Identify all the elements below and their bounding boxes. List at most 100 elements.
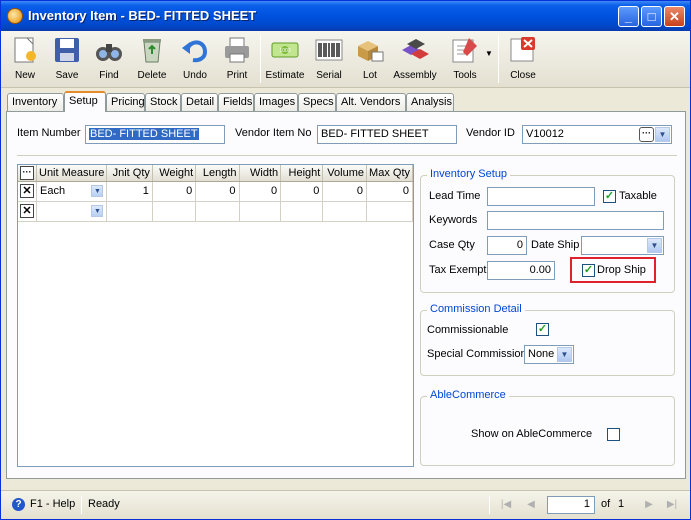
serial-button[interactable]: Serial <box>311 34 347 86</box>
print-button[interactable]: Print <box>219 34 255 86</box>
grid-cell[interactable] <box>366 201 413 222</box>
undo-icon <box>182 40 208 63</box>
weight-cell[interactable]: 0 <box>152 181 197 202</box>
commission-detail-group: Commission Detail Commissionable ✓ Speci… <box>420 303 675 376</box>
help-icon[interactable]: ? <box>12 498 25 511</box>
vendor-id-field[interactable]: V10012 ··· ▼ <box>522 125 672 144</box>
tab-setup[interactable]: Setup <box>64 91 106 112</box>
tools-icon <box>452 38 477 63</box>
tab-alt-vendors[interactable]: Alt. Vendors <box>336 93 406 111</box>
case-qty-field[interactable]: 0 <box>487 236 527 255</box>
lead-time-field[interactable] <box>487 187 595 206</box>
max-qty-cell[interactable]: 0 <box>366 181 413 202</box>
save-icon <box>55 38 79 62</box>
show-on-ablecommerce-checkbox[interactable] <box>607 428 620 441</box>
delete-row-icon[interactable]: ✕ <box>20 184 34 198</box>
drop-ship-checkbox[interactable]: ✓ <box>582 264 595 277</box>
tab-detail[interactable]: Detail <box>181 93 218 111</box>
tab-images[interactable]: Images <box>254 93 298 111</box>
item-number-field[interactable]: BED- FITTED SHEET <box>85 125 225 144</box>
uom-table: ··· Unit Measure Jnit Qty Weight Length … <box>18 165 413 222</box>
col-unit-qty[interactable]: Jnit Qty <box>106 165 153 182</box>
estimate-label: Estimate <box>265 70 305 81</box>
commissionable-checkbox[interactable]: ✓ <box>536 323 549 336</box>
grid-cell[interactable] <box>195 201 240 222</box>
grid-cell[interactable] <box>322 201 367 222</box>
col-height[interactable]: Height <box>280 165 324 182</box>
tax-exempt-field[interactable]: 0.00 <box>487 261 555 280</box>
next-page-icon[interactable]: ▶ <box>641 497 657 513</box>
grid-cell[interactable] <box>152 201 197 222</box>
grid-menu-button[interactable]: ··· <box>18 165 37 182</box>
grid-cell[interactable] <box>106 201 153 222</box>
tools-dropdown-icon[interactable]: ▼ <box>485 49 493 58</box>
status-divider <box>489 496 490 514</box>
unit-measure-cell[interactable]: Each ▼ <box>36 181 108 202</box>
grid-cell[interactable] <box>280 201 324 222</box>
delete-button[interactable]: Delete <box>133 34 171 86</box>
lot-label: Lot <box>363 70 377 81</box>
col-volume[interactable]: Volume <box>322 165 367 182</box>
keywords-field[interactable] <box>487 211 664 230</box>
title-bar[interactable]: Inventory Item - BED- FITTED SHEET _ □ ✕ <box>1 1 690 31</box>
vendor-id-value: V10012 <box>526 128 564 140</box>
unit-measure-cell[interactable]: ▼ <box>36 201 108 222</box>
save-button[interactable]: Save <box>49 34 85 86</box>
close-button[interactable]: Close <box>505 34 541 86</box>
page-number-input[interactable]: 1 <box>547 496 595 514</box>
date-ship-field[interactable]: ▼ <box>581 236 664 255</box>
tab-fields[interactable]: Fields <box>218 93 254 111</box>
special-commission-label: Special Commission <box>427 348 527 360</box>
app-icon <box>7 8 23 24</box>
lot-button[interactable]: Lot <box>352 34 388 86</box>
tools-button[interactable]: Tools <box>447 34 483 86</box>
col-unit-measure[interactable]: Unit Measure <box>36 165 108 182</box>
width-cell[interactable]: 0 <box>239 181 282 202</box>
height-cell[interactable]: 0 <box>280 181 324 202</box>
tab-specs[interactable]: Specs <box>298 93 336 111</box>
taxable-checkbox[interactable]: ✓ <box>603 190 616 203</box>
table-row-new[interactable]: ✕ ▼ <box>18 201 413 222</box>
delete-row-icon[interactable]: ✕ <box>20 204 34 218</box>
col-max-qty[interactable]: Max Qty <box>366 165 413 182</box>
unit-qty-cell[interactable]: 1 <box>106 181 153 202</box>
chevron-down-icon[interactable]: ▼ <box>91 184 104 197</box>
find-button[interactable]: Find <box>91 34 127 86</box>
close-window-button[interactable]: ✕ <box>664 6 685 27</box>
help-label[interactable]: F1 - Help <box>30 498 75 510</box>
item-number-value: BED- FITTED SHEET <box>89 128 199 140</box>
col-width[interactable]: Width <box>239 165 282 182</box>
length-cell[interactable]: 0 <box>195 181 240 202</box>
maximize-button[interactable]: □ <box>641 6 662 27</box>
col-weight[interactable]: Weight <box>152 165 197 182</box>
save-label: Save <box>55 70 79 81</box>
undo-button[interactable]: Undo <box>177 34 213 86</box>
header-divider <box>17 155 677 156</box>
chevron-down-icon[interactable]: ▼ <box>655 127 670 142</box>
chevron-down-icon[interactable]: ▼ <box>557 347 572 362</box>
toolbar-divider <box>260 35 261 83</box>
table-row[interactable]: ✕ Each ▼ 1 0 0 0 0 0 0 <box>18 181 413 202</box>
chevron-down-icon[interactable]: ▼ <box>647 238 662 253</box>
tab-pricing[interactable]: Pricing <box>106 93 145 111</box>
print-label: Print <box>226 70 248 81</box>
vendor-item-no-field[interactable]: BED- FITTED SHEET <box>317 125 457 144</box>
new-button[interactable]: New <box>7 34 43 86</box>
tab-analysis[interactable]: Analysis <box>406 93 454 111</box>
minimize-button[interactable]: _ <box>618 6 639 27</box>
last-page-icon[interactable]: ▶| <box>664 497 680 513</box>
new-icon <box>14 37 36 63</box>
estimate-button[interactable]: 1000 Estimate <box>265 34 305 86</box>
tab-stock[interactable]: Stock <box>145 93 181 111</box>
lookup-ellipsis-icon[interactable]: ··· <box>639 127 654 142</box>
col-length[interactable]: Length <box>195 165 240 182</box>
volume-cell[interactable]: 0 <box>322 181 367 202</box>
toolbar: New Save Find Delete Undo Print 1000 Est… <box>1 31 690 88</box>
tab-inventory[interactable]: Inventory <box>7 93 64 111</box>
chevron-down-icon[interactable]: ▼ <box>91 204 104 217</box>
assembly-button[interactable]: Assembly <box>393 34 437 86</box>
previous-page-icon[interactable]: ◀ <box>523 497 539 513</box>
grid-cell[interactable] <box>239 201 282 222</box>
first-page-icon[interactable]: |◀ <box>498 497 514 513</box>
special-commission-select[interactable]: None ▼ <box>524 345 574 364</box>
